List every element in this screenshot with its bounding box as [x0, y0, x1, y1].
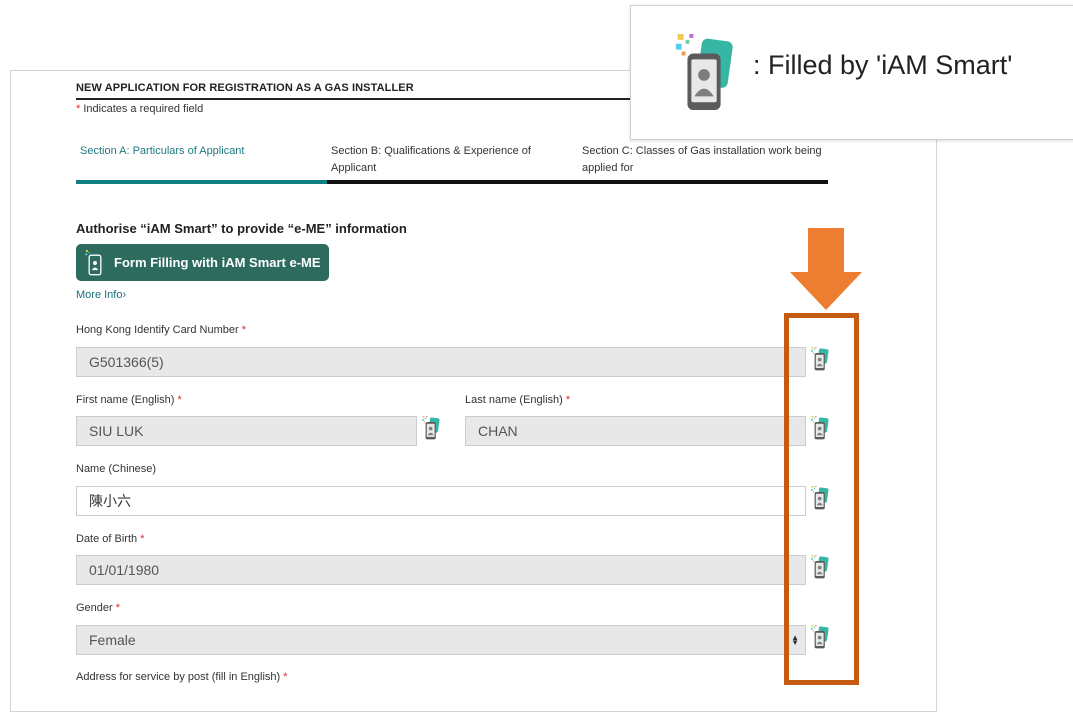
required-star: *	[140, 533, 145, 545]
iam-smart-icons-highlight	[784, 313, 859, 685]
required-note: * Indicates a required field	[76, 103, 203, 115]
dob-label-text: Date of Birth	[76, 533, 138, 545]
tab-section-a[interactable]: Section A: Particulars of Applicant	[80, 143, 310, 181]
hkid-label: Hong Kong Identify Card Number *	[76, 324, 246, 336]
last-name-label: Last name (English) *	[465, 394, 570, 406]
iam-smart-phone-icon	[85, 249, 102, 275]
hkid-field[interactable]: G501366(5)	[76, 347, 806, 377]
iam-smart-form-filling-button[interactable]: Form Filling with iAM Smart e-ME	[76, 244, 329, 281]
section-tabs: Section A: Particulars of Applicant Sect…	[76, 143, 828, 185]
iam-smart-button-label: Form Filling with iAM Smart e-ME	[114, 255, 321, 270]
gender-select[interactable]: Female ▲ ▼	[76, 625, 806, 655]
tab-active-indicator	[76, 180, 327, 184]
iam-smart-phone-icon	[675, 34, 735, 112]
first-name-label-text: First name (English)	[76, 394, 175, 406]
required-star: *	[283, 671, 288, 683]
tab-section-b[interactable]: Section B: Qualifications & Experience o…	[331, 143, 561, 181]
iam-smart-filled-icon	[422, 416, 440, 440]
dob-label: Date of Birth *	[76, 533, 144, 545]
down-arrow-annotation	[790, 228, 862, 310]
chinese-name-label: Name (Chinese)	[76, 463, 157, 475]
last-name-field[interactable]: CHAN	[465, 416, 806, 446]
required-star: *	[177, 394, 182, 406]
dob-field[interactable]: 01/01/1980	[76, 555, 806, 585]
required-star: *	[115, 602, 121, 614]
required-star: *	[565, 394, 571, 406]
gender-label: Gender *	[76, 602, 120, 614]
iam-smart-legend-callout: : Filled by 'iAM Smart'	[630, 5, 1073, 140]
iam-smart-legend-text: : Filled by 'iAM Smart'	[753, 50, 1013, 80]
address-label: Address for service by post (fill in Eng…	[76, 671, 288, 683]
required-note-text: Indicates a required field	[80, 103, 204, 115]
address-label-text: Address for service by post (fill in Eng…	[76, 671, 281, 683]
tab-section-c[interactable]: Section C: Classes of Gas installation w…	[582, 143, 822, 181]
more-info-link[interactable]: More Info›	[76, 289, 126, 301]
hkid-label-text: Hong Kong Identify Card Number	[76, 324, 239, 336]
required-star: *	[241, 324, 246, 336]
gender-label-text: Gender	[76, 602, 113, 614]
iam-smart-heading: Authorise “iAM Smart” to provide “e-ME” …	[76, 221, 407, 236]
last-name-label-text: Last name (English)	[465, 394, 563, 406]
first-name-field[interactable]: SIU LUK	[76, 416, 417, 446]
first-name-label: First name (English) *	[76, 394, 182, 406]
gender-select-value: Female	[89, 632, 136, 648]
chinese-name-field[interactable]: 陳小六	[76, 486, 806, 516]
